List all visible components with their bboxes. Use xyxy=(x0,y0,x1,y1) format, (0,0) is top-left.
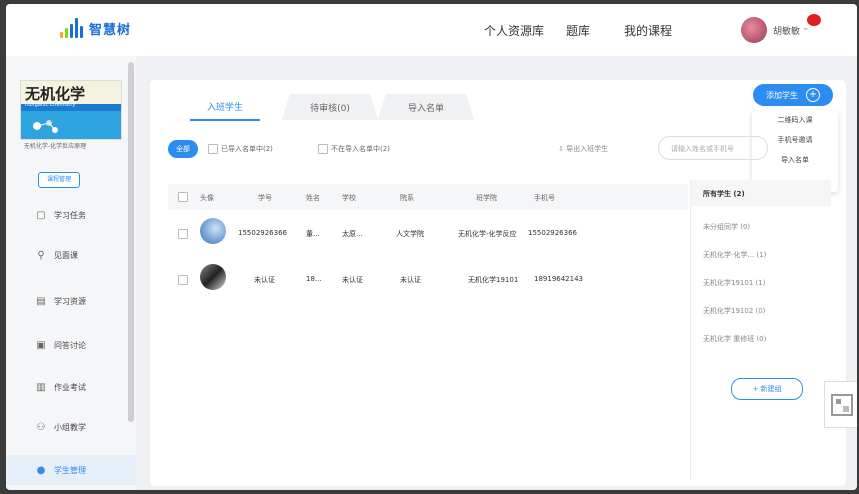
checkbox[interactable] xyxy=(208,144,218,154)
students-table: 头像 学号 姓名 学校 院系 班学院 手机号 15502926366 董... … xyxy=(168,184,688,302)
sidebar-item-students[interactable]: ● 学生管理 xyxy=(6,455,136,485)
row-checkbox[interactable] xyxy=(178,229,188,239)
group-item[interactable]: 无机化学19101 (1) xyxy=(703,278,765,288)
student-avatar xyxy=(200,218,226,244)
table-header: 头像 学号 姓名 学校 院系 班学院 手机号 xyxy=(168,184,688,210)
group-item[interactable]: 无机化学19102 (0) xyxy=(703,306,765,316)
molecule-icon xyxy=(33,120,58,133)
cover-title: 无机化学 xyxy=(25,85,86,103)
table-row[interactable]: 15502926366 董... 太原... 人文学院 无机化学-化学反应 15… xyxy=(168,210,688,256)
col-id: 学号 xyxy=(258,194,272,202)
table-row[interactable]: 未认证 18... 未认证 未认证 无机化学19101 18919642143 xyxy=(168,256,688,302)
tab-bar: 入班学生 待审核(0) 导入名单 xyxy=(150,94,846,122)
checkbox[interactable] xyxy=(318,144,328,154)
tab-enrolled-students[interactable]: 入班学生 xyxy=(190,94,260,121)
filter-row: 全部 已导入名单中(2) 不在导入名单中(2) ⇩ 导出入班学生 请输入姓名或手… xyxy=(168,136,828,160)
student-id: 未认证 xyxy=(254,276,275,284)
sidebar-item-label: 问答讨论 xyxy=(54,340,86,350)
sidebar-item-label: 作业考试 xyxy=(54,382,86,392)
student-icon: ● xyxy=(36,464,46,476)
nav-my-courses[interactable]: 我的课程 xyxy=(624,22,672,39)
cover-subtitle: Inorganic Chemistry xyxy=(25,102,76,108)
sidebar-item-meeting[interactable]: ⚲ 见面课 xyxy=(6,240,136,270)
student-dept: 未认证 xyxy=(400,276,421,284)
student-management-card: 入班学生 待审核(0) 导入名单 添加学生 + 二维码入课 手机号邀请 导入名单… xyxy=(150,80,846,486)
sidebar-item-resources[interactable]: ▤ 学习资源 xyxy=(6,286,136,316)
student-class: 无机化学-化学反应 xyxy=(458,230,517,238)
col-class: 班学院 xyxy=(476,194,497,202)
course-manage-button[interactable]: 课程管理 xyxy=(38,172,80,188)
group-item-all[interactable]: 所有学生 (2) xyxy=(703,189,745,199)
task-icon: ▢ xyxy=(36,209,46,221)
nav-question-bank[interactable]: 题库 xyxy=(566,22,590,39)
student-dept: 人文学院 xyxy=(396,230,424,238)
group-icon: ⚇ xyxy=(36,421,46,433)
sidebar-item-exam[interactable]: ▥ 作业考试 xyxy=(6,372,136,402)
select-all-checkbox[interactable] xyxy=(178,192,188,202)
add-student-button[interactable]: 添加学生 + xyxy=(753,84,833,106)
filter-not-in-list-label: 不在导入名单中(2) xyxy=(331,145,390,153)
notification-icon[interactable] xyxy=(807,14,821,26)
student-avatar xyxy=(200,264,226,290)
nav-resource-library[interactable]: 个人资源库 xyxy=(484,22,544,39)
sidebar-item-group[interactable]: ⚇ 小组教学 xyxy=(6,412,136,442)
sidebar: 无机化学 Inorganic Chemistry 无机化学-化学反应原理 课程管… xyxy=(6,56,137,490)
group-item[interactable]: 无机化学-化学... (1) xyxy=(703,250,766,260)
app-window: 智慧树 个人资源库 题库 我的课程 胡敏敏 ⌄ 无机化学 Inorganic C… xyxy=(6,4,857,490)
row-checkbox[interactable] xyxy=(178,275,188,285)
col-phone: 手机号 xyxy=(534,194,555,202)
logo-bars-icon xyxy=(60,18,83,38)
add-student-label: 添加学生 xyxy=(766,90,798,100)
new-group-button[interactable]: + 新建组 xyxy=(731,378,803,400)
student-phone: 15502926366 xyxy=(528,229,577,237)
course-name: 无机化学-化学反应原理 xyxy=(23,143,87,150)
discussion-icon: ▣ xyxy=(36,339,46,351)
filter-not-in-list[interactable]: 不在导入名单中(2) xyxy=(318,144,390,154)
student-id: 15502926366 xyxy=(238,229,287,237)
sidebar-item-label: 小组教学 xyxy=(54,422,86,432)
export-students-link[interactable]: ⇩ 导出入班学生 xyxy=(558,144,608,154)
exam-icon: ▥ xyxy=(36,381,46,393)
filter-in-list-label: 已导入名单中(2) xyxy=(221,145,273,153)
group-item[interactable]: 无机化学 重修班 (0) xyxy=(703,334,766,344)
filter-all-button[interactable]: 全部 xyxy=(168,140,198,158)
sidebar-item-label: 见面课 xyxy=(54,250,78,260)
sidebar-item-label: 学习任务 xyxy=(54,210,86,220)
col-name: 姓名 xyxy=(306,194,320,202)
sidebar-item-tasks[interactable]: ▢ 学习任务 xyxy=(6,200,136,230)
tab-import-list[interactable]: 导入名单 xyxy=(386,94,466,121)
sidebar-item-discussion[interactable]: ▣ 问答讨论 xyxy=(6,330,136,360)
sidebar-scrollbar[interactable] xyxy=(128,62,134,422)
col-avatar: 头像 xyxy=(200,194,214,202)
plus-icon: + xyxy=(806,88,820,102)
student-name: 董... xyxy=(306,230,320,238)
student-class: 无机化学19101 xyxy=(468,276,519,284)
top-header: 智慧树 个人资源库 题库 我的课程 胡敏敏 ⌄ xyxy=(6,4,857,57)
col-dept: 院系 xyxy=(400,194,414,202)
user-avatar[interactable] xyxy=(741,17,767,43)
group-item-ungrouped[interactable]: 未分组同学 (0) xyxy=(703,222,750,232)
search-input[interactable]: 请输入姓名或手机号 xyxy=(658,136,768,160)
student-school: 未认证 xyxy=(342,276,363,284)
user-name[interactable]: 胡敏敏 xyxy=(773,24,800,37)
resource-icon: ▤ xyxy=(36,295,46,307)
filter-in-list[interactable]: 已导入名单中(2) xyxy=(208,144,273,154)
student-name: 18... xyxy=(306,275,322,283)
logo-text: 智慧树 xyxy=(89,22,132,38)
course-cover[interactable]: 无机化学 Inorganic Chemistry xyxy=(20,80,122,140)
col-school: 学校 xyxy=(342,194,356,202)
sidebar-item-label: 学习资源 xyxy=(54,296,86,306)
main-content: 入班学生 待审核(0) 导入名单 添加学生 + 二维码入课 手机号邀请 导入名单… xyxy=(136,56,857,490)
qr-code-icon xyxy=(830,393,853,416)
person-icon: ⚲ xyxy=(37,249,45,261)
logo[interactable]: 智慧树 xyxy=(60,16,131,40)
export-label: 导出入班学生 xyxy=(566,145,609,153)
tab-pending[interactable]: 待审核(0) xyxy=(290,94,370,121)
group-panel: 所有学生 (2) 未分组同学 (0) 无机化学-化学... (1) 无机化学19… xyxy=(690,180,841,480)
student-phone: 18919642143 xyxy=(534,275,583,283)
dropdown-item-qrcode[interactable]: 二维码入课 xyxy=(752,110,838,130)
student-school: 太原... xyxy=(342,230,363,238)
sidebar-item-label: 学生管理 xyxy=(54,465,86,475)
qr-code-float[interactable] xyxy=(824,381,857,428)
